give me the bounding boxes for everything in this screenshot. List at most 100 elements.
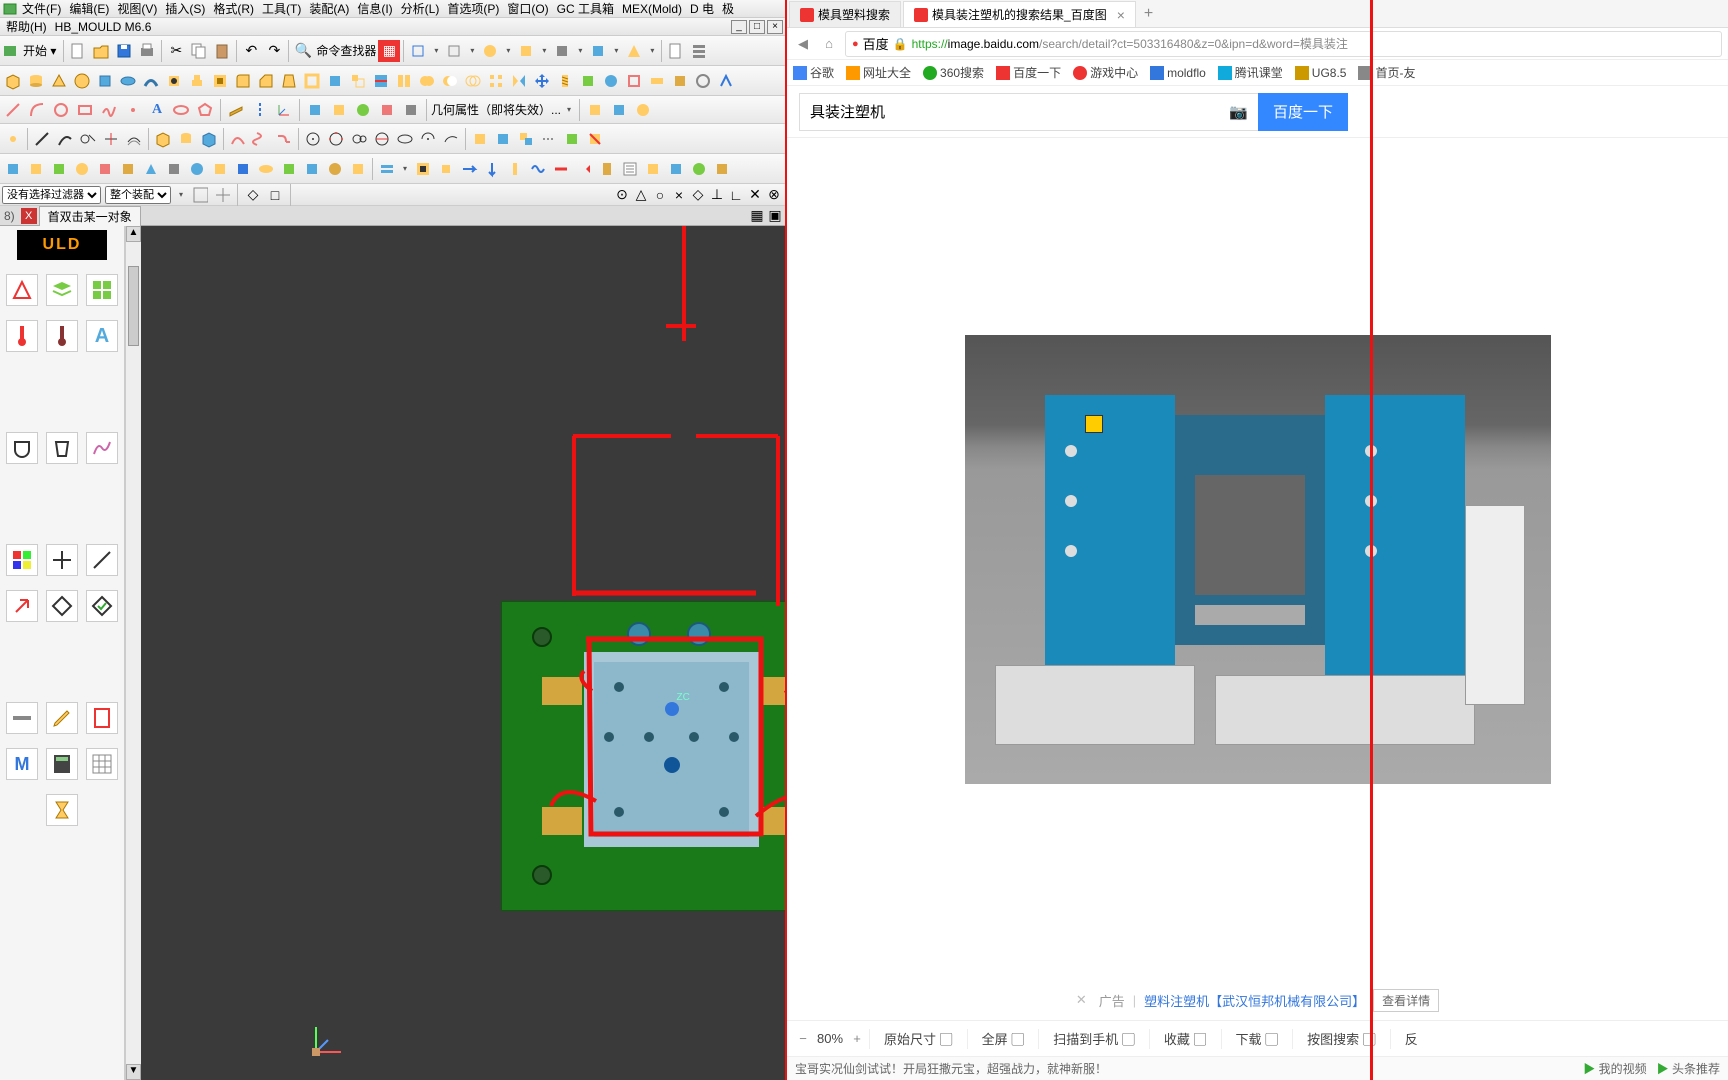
mirror-icon[interactable] bbox=[508, 70, 530, 92]
tab-inactive[interactable]: 模具塑料搜索 bbox=[789, 1, 901, 27]
curve-arc-icon[interactable] bbox=[54, 128, 76, 150]
save-icon[interactable] bbox=[113, 40, 135, 62]
mold-14-icon[interactable] bbox=[301, 158, 323, 180]
unite-icon[interactable] bbox=[416, 70, 438, 92]
sketch-constraint-2[interactable] bbox=[328, 99, 350, 121]
back-icon[interactable]: ◀ bbox=[793, 34, 813, 54]
viewport-3d[interactable]: ZC bbox=[141, 226, 785, 1080]
tool-b-icon[interactable] bbox=[443, 40, 465, 62]
snap-mid-icon[interactable]: △ bbox=[632, 186, 650, 204]
tab-close-icon[interactable]: × bbox=[1117, 7, 1125, 23]
menu-tools[interactable]: 工具(T) bbox=[258, 0, 305, 17]
menu-mex-mold[interactable]: MEX(Mold) bbox=[618, 2, 686, 16]
menu-analysis[interactable]: 分析(L) bbox=[397, 0, 444, 17]
fillet-icon[interactable] bbox=[232, 70, 254, 92]
sp-doc-icon[interactable] bbox=[86, 702, 118, 734]
spline-icon[interactable] bbox=[98, 99, 120, 121]
ellipse-icon[interactable] bbox=[170, 99, 192, 121]
menu-d-elec[interactable]: D 电 bbox=[686, 0, 718, 17]
sp-layers-icon[interactable] bbox=[46, 274, 78, 306]
replace-face-icon[interactable] bbox=[561, 128, 583, 150]
feature-extra-4[interactable] bbox=[646, 70, 668, 92]
viewport-btn-2[interactable]: ▣ bbox=[767, 208, 783, 224]
menu-format[interactable]: 格式(R) bbox=[209, 0, 258, 17]
mold-12-icon[interactable] bbox=[255, 158, 277, 180]
mold-core[interactable]: ZC bbox=[584, 652, 759, 847]
print-icon[interactable] bbox=[136, 40, 158, 62]
zoom-out-icon[interactable]: − bbox=[795, 1031, 811, 1047]
redo-icon[interactable]: ↷ bbox=[263, 40, 285, 62]
pattern-icon[interactable] bbox=[485, 70, 507, 92]
minimize-button[interactable]: _ bbox=[731, 20, 747, 34]
gate-icon[interactable] bbox=[573, 158, 595, 180]
cavity-icon[interactable] bbox=[412, 158, 434, 180]
favorite-button[interactable]: 收藏 ▢ bbox=[1154, 1029, 1217, 1048]
menu-file[interactable]: 文件(F) bbox=[18, 0, 65, 17]
datum-axis-icon[interactable] bbox=[249, 99, 271, 121]
menu-help[interactable]: 帮助(H) bbox=[2, 18, 51, 35]
ticker-video[interactable]: ▶ 我的视频 bbox=[1583, 1060, 1646, 1077]
mold-10-icon[interactable] bbox=[209, 158, 231, 180]
sp-hourglass-icon[interactable] bbox=[46, 794, 78, 826]
snap-perp-icon[interactable]: ∟ bbox=[727, 186, 745, 204]
sp-table-icon[interactable] bbox=[86, 748, 118, 780]
circle-tan-icon[interactable] bbox=[348, 128, 370, 150]
tab-active[interactable]: 首双击某一对象 bbox=[39, 206, 141, 226]
cmd-red-icon[interactable]: ▦ bbox=[378, 40, 400, 62]
bookmark-moldflow[interactable]: moldflo bbox=[1150, 66, 1206, 80]
circle-diam-icon[interactable] bbox=[371, 128, 393, 150]
rect-icon[interactable] bbox=[74, 99, 96, 121]
datum-csys-icon[interactable] bbox=[273, 99, 295, 121]
feature-extra-2[interactable] bbox=[600, 70, 622, 92]
menu-assembly[interactable]: 装配(A) bbox=[305, 0, 353, 17]
snap-tan-icon[interactable]: ⊥ bbox=[708, 186, 726, 204]
snap-quad-icon[interactable]: ◇ bbox=[689, 186, 707, 204]
tab-close-x[interactable]: X bbox=[21, 208, 37, 224]
tool-d-icon[interactable] bbox=[515, 40, 537, 62]
menu-insert[interactable]: 插入(S) bbox=[161, 0, 209, 17]
draft-icon[interactable] bbox=[278, 70, 300, 92]
open-icon[interactable] bbox=[90, 40, 112, 62]
sp-cross-icon[interactable] bbox=[46, 544, 78, 576]
mold-plate[interactable]: ZC bbox=[501, 601, 785, 911]
search-button[interactable]: 百度一下 bbox=[1258, 93, 1348, 131]
sketch-constraint-3[interactable] bbox=[352, 99, 374, 121]
mold-11-icon[interactable] bbox=[232, 158, 254, 180]
mold-8-icon[interactable] bbox=[163, 158, 185, 180]
url-box[interactable]: ● 百度 🔒 https://image.baidu.com/search/de… bbox=[845, 31, 1722, 57]
camera-icon[interactable]: 📷 bbox=[1229, 103, 1248, 121]
analysis-2-icon[interactable] bbox=[608, 99, 630, 121]
start-label[interactable]: 开始 ▾ bbox=[23, 42, 56, 59]
maximize-button[interactable]: □ bbox=[749, 20, 765, 34]
menu-hbmould[interactable]: HB_MOULD M6.6 bbox=[51, 20, 156, 34]
scan-to-phone-button[interactable]: 扫描到手机 ▢ bbox=[1043, 1029, 1145, 1048]
extract-icon[interactable] bbox=[492, 128, 514, 150]
intersect-icon[interactable] bbox=[462, 70, 484, 92]
snap-end-icon[interactable]: ⊙ bbox=[613, 186, 631, 204]
menu-edit[interactable]: 编辑(E) bbox=[65, 0, 113, 17]
mold-extra-2[interactable] bbox=[688, 158, 710, 180]
trim-icon[interactable] bbox=[370, 70, 392, 92]
hole-icon[interactable] bbox=[163, 70, 185, 92]
bookmark-home[interactable]: 首页-友 bbox=[1358, 64, 1415, 81]
ticker-headlines[interactable]: ▶ 头条推荐 bbox=[1657, 1060, 1720, 1077]
polygon-icon[interactable] bbox=[194, 99, 216, 121]
curve-line-icon[interactable] bbox=[31, 128, 53, 150]
combine-icon[interactable] bbox=[515, 128, 537, 150]
feedback-button[interactable]: 反 bbox=[1395, 1029, 1428, 1048]
cylinder-icon[interactable] bbox=[25, 70, 47, 92]
bookmark-baidu[interactable]: 百度一下 bbox=[996, 64, 1061, 81]
tool-list-icon[interactable] bbox=[688, 40, 710, 62]
injection-machine-image[interactable] bbox=[965, 335, 1551, 784]
snap-3-icon[interactable]: ◇ bbox=[244, 186, 262, 204]
fullscreen-button[interactable]: 全屏 ▢ bbox=[972, 1029, 1035, 1048]
menu-gc-toolbox[interactable]: GC 工具箱 bbox=[553, 0, 618, 17]
tool-f-icon[interactable] bbox=[587, 40, 609, 62]
zoom-in-icon[interactable]: + bbox=[849, 1031, 865, 1047]
cooling-icon[interactable] bbox=[527, 158, 549, 180]
mold-extra-1[interactable] bbox=[665, 158, 687, 180]
feature-extra-3[interactable] bbox=[623, 70, 645, 92]
new-icon[interactable] bbox=[67, 40, 89, 62]
undo-icon[interactable]: ↶ bbox=[240, 40, 262, 62]
caption-link[interactable]: 塑料注塑机【武汉恒邦机械有限公司】 bbox=[1144, 991, 1365, 1010]
